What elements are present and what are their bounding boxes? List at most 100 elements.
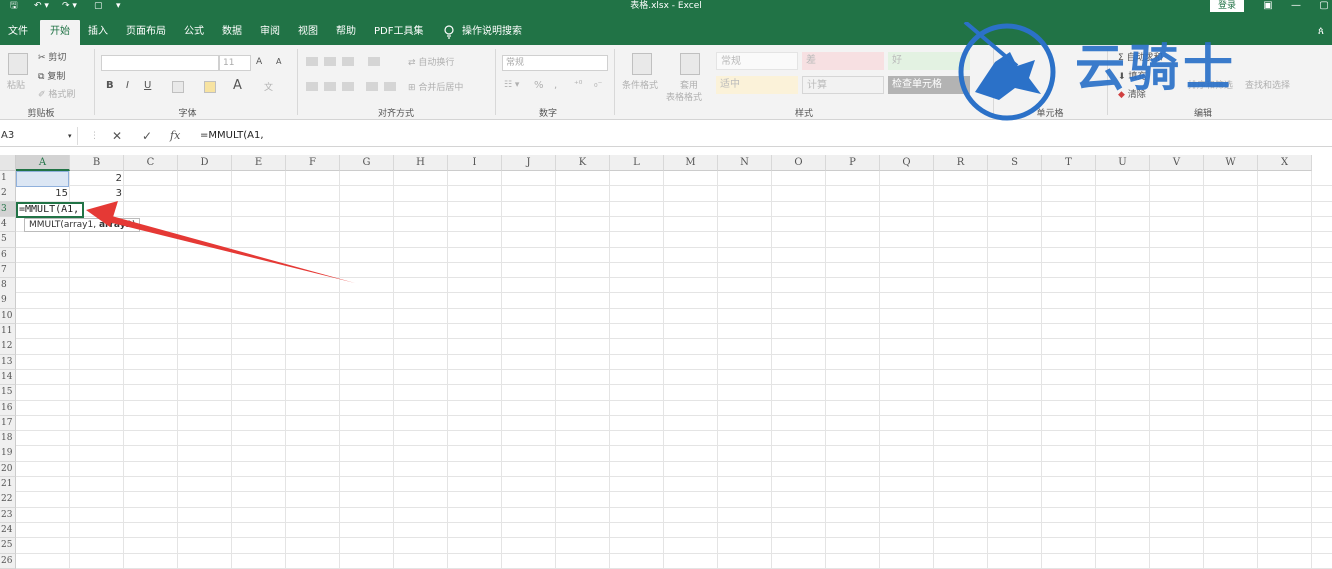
autosum-button[interactable]: Σ 自动求和 bbox=[1118, 50, 1163, 63]
merge-label: 合并后居中 bbox=[418, 83, 463, 93]
align-middle-icon[interactable] bbox=[324, 57, 336, 66]
fill-button[interactable]: ⬇ 填充 bbox=[1118, 69, 1146, 82]
grow-font-button[interactable]: A bbox=[256, 57, 262, 67]
align-left-icon[interactable] bbox=[306, 82, 318, 91]
underline-button[interactable]: U bbox=[144, 80, 151, 91]
currency-button[interactable]: ☷ ▾ bbox=[504, 80, 519, 90]
restore-icon[interactable]: ▢ bbox=[1314, 0, 1332, 12]
eraser-icon: ◆ bbox=[1118, 90, 1125, 100]
ribbon-options-icon[interactable]: ▣ bbox=[1258, 0, 1278, 12]
clear-button[interactable]: ◆ 清除 bbox=[1118, 87, 1146, 100]
minimize-icon[interactable]: — bbox=[1286, 0, 1306, 12]
tab-formulas[interactable]: 公式 bbox=[178, 20, 210, 45]
shrink-font-button[interactable]: A bbox=[276, 57, 281, 66]
fill-label: 填充 bbox=[1128, 72, 1146, 82]
increase-decimal-icon[interactable]: ⁺⁰ bbox=[574, 80, 582, 90]
tab-pdf-tools[interactable]: PDF工具集 bbox=[368, 20, 429, 45]
name-box[interactable]: A3 ▾ bbox=[0, 127, 78, 145]
font-size-select[interactable]: 11 bbox=[219, 55, 251, 71]
fill-icon: ⬇ bbox=[1118, 72, 1126, 82]
format-painter-label: 格式刷 bbox=[48, 90, 75, 100]
conditional-format-icon[interactable] bbox=[632, 53, 652, 75]
find-select-label[interactable]: 查找和选择 bbox=[1245, 78, 1290, 91]
style-good[interactable]: 好 bbox=[888, 52, 970, 70]
align-center-icon[interactable] bbox=[324, 82, 336, 91]
merge-icon: ⊞ bbox=[408, 83, 416, 93]
share-icon[interactable]: ጰ bbox=[1312, 20, 1330, 45]
tab-home[interactable]: 开始 bbox=[40, 20, 80, 45]
merge-center-button[interactable]: ⊞ 合并后居中 bbox=[408, 80, 463, 93]
annotation-arrow bbox=[0, 155, 1332, 568]
format-painter-button[interactable]: ✐ 格式刷 bbox=[38, 87, 75, 100]
wrap-label: 自动换行 bbox=[418, 58, 454, 68]
number-format-select[interactable]: 常规 bbox=[502, 55, 608, 71]
decrease-indent-icon[interactable] bbox=[366, 82, 378, 91]
window-title: 表格.xlsx - Excel bbox=[0, 0, 1332, 13]
ribbon-tabs: 文件 开始 插入 页面布局 公式 数据 审阅 视图 帮助 PDF工具集 操作说明… bbox=[0, 13, 1332, 45]
table-format-icon[interactable] bbox=[680, 53, 700, 75]
editing-group-label: 编辑 bbox=[1108, 106, 1298, 119]
font-name-select[interactable] bbox=[101, 55, 219, 71]
align-bottom-icon[interactable] bbox=[342, 57, 354, 66]
ribbon-body: 粘贴 ✂ 剪切 ⧉ 复制 ✐ 格式刷 剪贴板 11 A A B I U A 文 … bbox=[0, 45, 1332, 120]
autosum-label: 自动求和 bbox=[1127, 53, 1163, 63]
increase-indent-icon[interactable] bbox=[384, 82, 396, 91]
orientation-icon[interactable] bbox=[368, 57, 380, 66]
border-icon[interactable] bbox=[172, 81, 184, 93]
tab-review[interactable]: 审阅 bbox=[254, 20, 286, 45]
brush-icon: ✐ bbox=[38, 90, 46, 100]
title-bar: 🖫 ↶ ▾ ↷ ▾ ▢ ▾ 表格.xlsx - Excel 登录 ▣ — ▢ bbox=[0, 0, 1332, 13]
style-check-cell[interactable]: 检查单元格 bbox=[888, 76, 970, 94]
formula-bar-grip-icon: ⋮ bbox=[90, 127, 99, 145]
clear-label: 清除 bbox=[1128, 90, 1146, 100]
cut-label: 剪切 bbox=[48, 53, 66, 63]
tell-me-search[interactable]: 操作说明搜索 bbox=[456, 20, 528, 45]
tab-insert[interactable]: 插入 bbox=[82, 20, 114, 45]
font-color-button[interactable]: A bbox=[233, 78, 242, 93]
font-group-label: 字体 bbox=[95, 106, 280, 119]
decrease-decimal-icon[interactable]: ₀⁻ bbox=[594, 80, 602, 90]
scissors-icon: ✂ bbox=[38, 53, 46, 63]
table-format-label-2[interactable]: 表格格式 bbox=[666, 90, 702, 103]
number-group-label: 数字 bbox=[496, 106, 600, 119]
style-bad[interactable]: 差 bbox=[802, 52, 884, 70]
login-button[interactable]: 登录 bbox=[1210, 0, 1244, 12]
bold-button[interactable]: B bbox=[106, 80, 114, 91]
align-top-icon[interactable] bbox=[306, 57, 318, 66]
name-box-dropdown-icon[interactable]: ▾ bbox=[68, 127, 72, 145]
name-box-value: A3 bbox=[1, 130, 14, 141]
style-normal[interactable]: 常规 bbox=[716, 52, 798, 70]
wrap-text-button[interactable]: ⇄ 自动换行 bbox=[408, 55, 454, 68]
align-right-icon[interactable] bbox=[342, 82, 354, 91]
sort-filter-label[interactable]: 排序和筛选 bbox=[1188, 78, 1233, 91]
fill-color-icon[interactable] bbox=[204, 81, 216, 93]
cells-group-label: 单元格 bbox=[994, 106, 1106, 119]
phonetic-button[interactable]: 文 bbox=[264, 80, 273, 93]
lightbulb-icon bbox=[443, 25, 455, 39]
tab-data[interactable]: 数据 bbox=[216, 20, 248, 45]
italic-button[interactable]: I bbox=[126, 80, 129, 91]
sigma-icon: Σ bbox=[1118, 53, 1124, 63]
insert-function-icon[interactable]: fx bbox=[170, 127, 180, 145]
formula-input[interactable]: =MMULT(A1, bbox=[200, 127, 264, 145]
style-calculation[interactable]: 计算 bbox=[802, 76, 884, 94]
cut-button[interactable]: ✂ 剪切 bbox=[38, 50, 66, 63]
enter-icon[interactable]: ✓ bbox=[142, 127, 152, 145]
comma-button[interactable]: , bbox=[554, 80, 557, 91]
tab-page-layout[interactable]: 页面布局 bbox=[120, 20, 172, 45]
style-neutral[interactable]: 适中 bbox=[716, 76, 798, 94]
cancel-icon[interactable]: ✕ bbox=[112, 127, 122, 145]
clipboard-group-label: 剪贴板 bbox=[0, 106, 82, 119]
conditional-format-label[interactable]: 条件格式 bbox=[622, 78, 658, 91]
tab-view[interactable]: 视图 bbox=[292, 20, 324, 45]
percent-button[interactable]: % bbox=[534, 80, 544, 91]
copy-button[interactable]: ⧉ 复制 bbox=[38, 69, 65, 82]
tab-file[interactable]: 文件 bbox=[2, 20, 34, 45]
wrap-icon: ⇄ bbox=[408, 58, 416, 68]
paste-label[interactable]: 粘贴 bbox=[7, 78, 25, 91]
tab-help[interactable]: 帮助 bbox=[330, 20, 362, 45]
copy-label: 复制 bbox=[47, 72, 65, 82]
formula-bar: A3 ▾ ⋮ ✕ ✓ fx =MMULT(A1, bbox=[0, 125, 1332, 147]
worksheet-grid[interactable]: ABCDEFGHIJKLMNOPQRSTUVWX1234567891011121… bbox=[0, 155, 1332, 568]
paste-icon[interactable] bbox=[8, 53, 28, 75]
